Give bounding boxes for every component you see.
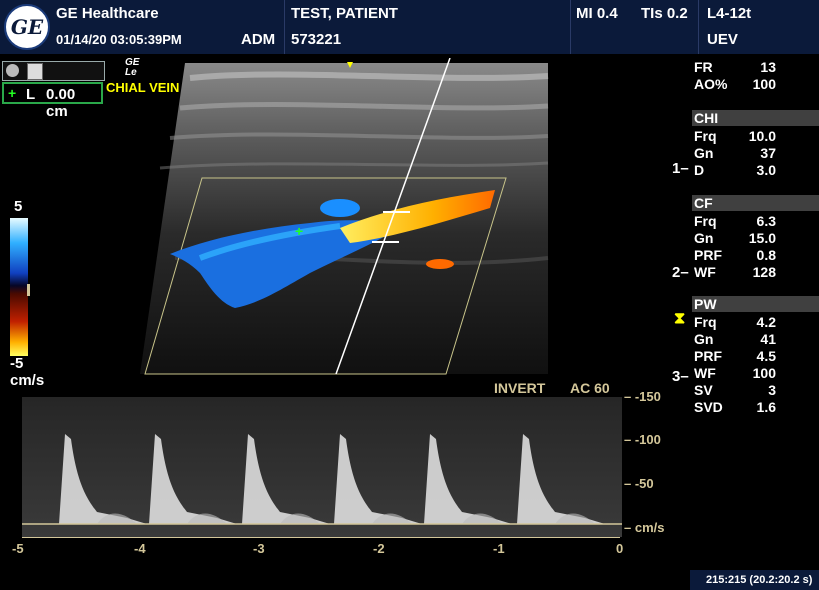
- svg-text:+: +: [295, 223, 303, 239]
- param-pw-frq: Frq 4.2: [694, 314, 776, 330]
- vein-flow-blob: [320, 199, 360, 217]
- patient-cell: TEST, PATIENT 573221: [284, 0, 571, 54]
- param-chi-frq: Frq 10.0: [694, 128, 776, 144]
- patient-name: TEST, PATIENT: [291, 5, 398, 22]
- cine-status[interactable]: 215:215 (20.2:20.2 s): [690, 570, 819, 590]
- ac-label: AC 60: [570, 380, 610, 396]
- param-cf-gn: Gn 15.0: [694, 230, 776, 246]
- color-scale-bottom: -5: [10, 355, 24, 372]
- color-scale-unit: cm/s: [10, 372, 45, 389]
- depth-mark-1: 1–: [672, 160, 689, 177]
- operator-id: ADM: [241, 31, 276, 48]
- y-unit: – cm/s: [624, 520, 665, 535]
- color-scale-bar: [10, 218, 28, 356]
- section-chi: CHI: [692, 110, 819, 126]
- y-tick-50: – -50: [624, 476, 654, 491]
- param-cf-frq: Frq 6.3: [694, 213, 776, 229]
- ge-logo: GE: [4, 4, 50, 50]
- probe-cell: L4-12t UEV: [698, 0, 819, 54]
- index-cell: MI 0.4 TIs 0.2: [570, 0, 699, 54]
- color-scale-top: 5: [14, 198, 23, 215]
- x-tick-1: -1: [493, 541, 505, 556]
- x-tick-4: -4: [134, 541, 146, 556]
- param-pw-gn: Gn 41: [694, 331, 776, 347]
- param-pw-prf: PRF 4.5: [694, 348, 776, 364]
- param-ao: AO% 100: [694, 76, 776, 92]
- bmode-image[interactable]: +: [140, 58, 550, 378]
- param-cf-wf: WF 128: [694, 264, 776, 280]
- measure-label: L: [26, 86, 36, 103]
- record-icon[interactable]: [6, 64, 19, 77]
- depth-mark-3: 3–: [672, 368, 689, 385]
- param-pw-svd: SVD 1.6: [694, 399, 776, 415]
- exam-datetime: 01/14/20 03:05:39PM: [56, 32, 182, 47]
- artery-flow-small: [426, 259, 454, 269]
- crosshair-icon: +: [8, 85, 17, 101]
- focal-zone-icon: ⧗: [674, 310, 686, 327]
- measure-box[interactable]: + L 0.00 cm: [2, 82, 103, 120]
- depth-mark-2: 2–: [672, 264, 689, 281]
- measure-value: 0.00 cm: [46, 86, 76, 120]
- x-tick-2: -2: [373, 541, 385, 556]
- section-pw: PW: [692, 296, 819, 312]
- small-brand-mark: GE Le: [125, 57, 140, 78]
- x-tick-0: 0: [616, 541, 624, 556]
- x-tick-5: -5: [12, 541, 24, 556]
- param-chi-gn: Gn 37: [694, 145, 776, 161]
- param-pw-sv: SV 3: [694, 382, 776, 398]
- probe-name: L4-12t: [707, 5, 752, 22]
- preset-name: UEV: [707, 31, 738, 48]
- param-cf-prf: PRF 0.8: [694, 247, 776, 263]
- spectral-trace[interactable]: [22, 397, 622, 537]
- patient-id: 573221: [291, 31, 342, 48]
- mi-value: MI 0.4: [576, 5, 618, 22]
- section-cf: CF: [692, 195, 819, 211]
- header-bar: GE GE Healthcare 01/14/20 03:05:39PM ADM…: [0, 0, 819, 54]
- param-chi-d: D 3.0: [694, 162, 776, 178]
- param-fr: FR 13: [694, 59, 776, 75]
- brand-name: GE Healthcare: [56, 5, 159, 22]
- clipboard-icon[interactable]: [27, 63, 43, 80]
- y-tick-100: – -100: [624, 432, 661, 447]
- param-pw-wf: WF 100: [694, 365, 776, 381]
- y-tick-150: – -150: [624, 389, 661, 404]
- invert-label: INVERT: [494, 380, 546, 396]
- baseline-marker: [27, 284, 30, 296]
- tool-strip: [2, 61, 105, 81]
- tis-value: TIs 0.2: [641, 5, 688, 22]
- x-tick-3: -3: [253, 541, 265, 556]
- time-axis: [22, 537, 620, 538]
